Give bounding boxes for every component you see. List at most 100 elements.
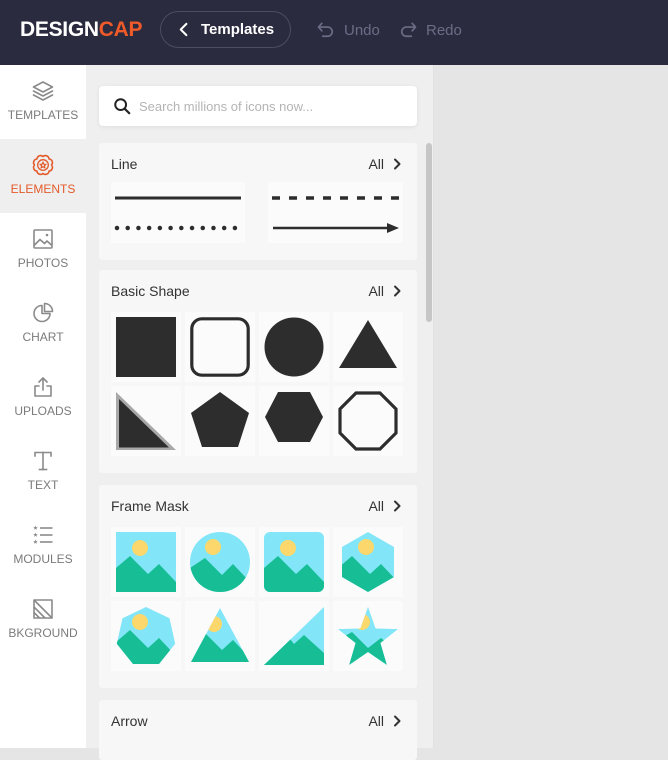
arrow-line-shape [273, 223, 399, 233]
sidebar-label: MODULES [13, 552, 73, 566]
top-bar: DESIGNCAP Templates Undo Redo [0, 0, 668, 65]
solid-line-item[interactable] [111, 182, 245, 214]
hexagon-frame-item[interactable] [333, 527, 403, 597]
elements-panel: Line All Basic Shape [86, 65, 434, 760]
see-all-shapes-link[interactable]: All [368, 282, 401, 300]
hexagon-item[interactable] [259, 386, 329, 456]
star-frame-item[interactable] [333, 601, 403, 671]
undo-button[interactable]: Undo [316, 19, 380, 41]
sidebar-label: TEXT [27, 478, 59, 492]
upload-icon [34, 377, 52, 397]
text-icon [34, 451, 52, 471]
sidebar-label: PHOTOS [17, 256, 69, 270]
triangle-frame-item[interactable] [185, 601, 255, 671]
section-frame-mask: Frame Mask All [99, 485, 417, 688]
section-title: Frame Mask [111, 498, 189, 514]
rounded-square-frame-shape [264, 532, 324, 592]
undo-icon [317, 22, 334, 38]
right-triangle-shape [116, 392, 176, 450]
arrow-line-item[interactable] [268, 213, 403, 243]
chevron-right-icon [394, 500, 401, 512]
dotted-line-item[interactable] [111, 213, 245, 243]
search-input[interactable] [139, 86, 409, 126]
dashed-line-shape [272, 196, 399, 200]
image-icon [33, 229, 53, 249]
sidebar-label: CHART [22, 330, 64, 344]
search-icon [114, 98, 131, 115]
icon-search-box[interactable] [99, 86, 417, 126]
chevron-left-icon [179, 22, 188, 37]
dashed-line-item[interactable] [268, 182, 403, 214]
dotted-line-shape [114, 225, 238, 231]
sidebar-label: TEMPLATES [7, 108, 79, 122]
solid-line-shape [115, 196, 241, 200]
section-basic-shape: Basic Shape All [99, 270, 417, 473]
section-title: Line [111, 156, 138, 172]
rounded-square-outline-shape [190, 317, 250, 377]
left-sidebar: TEMPLATES ELEMENTS PHOTOS CHART UPLOADS … [0, 65, 86, 748]
pentagon-item[interactable] [185, 386, 255, 456]
all-label: All [368, 283, 384, 299]
logo-accent: CAP [98, 18, 143, 41]
circle-item[interactable] [259, 312, 329, 382]
section-title: Basic Shape [111, 283, 190, 299]
sidebar-label: UPLOADS [14, 404, 72, 418]
circle-frame-shape [190, 532, 250, 592]
right-triangle-item[interactable] [111, 386, 181, 456]
back-to-templates-button[interactable]: Templates [160, 11, 291, 48]
star-list-icon [33, 525, 53, 544]
sidebar-label: ELEMENTS [10, 182, 76, 196]
background-icon [33, 599, 53, 619]
sidebar-item-chart[interactable]: CHART [0, 287, 86, 361]
redo-label: Redo [426, 21, 462, 39]
circle-frame-item[interactable] [185, 527, 255, 597]
see-all-frames-link[interactable]: All [368, 497, 401, 515]
square-frame-item[interactable] [111, 527, 181, 597]
badge-star-icon [32, 154, 54, 176]
sidebar-label: BKGROUND [8, 626, 78, 640]
sidebar-item-templates[interactable]: TEMPLATES [0, 65, 86, 139]
design-canvas-area[interactable] [434, 65, 668, 748]
layers-icon [32, 81, 54, 101]
heptagon-frame-shape [116, 607, 176, 664]
all-label: All [368, 156, 384, 172]
all-label: All [368, 498, 384, 514]
square-item[interactable] [111, 312, 181, 382]
rounded-square-frame-item[interactable] [259, 527, 329, 597]
hexagon-shape [265, 392, 323, 442]
see-all-lines-link[interactable]: All [368, 155, 401, 173]
logo-main: DESIGN [20, 18, 99, 41]
all-label: All [368, 713, 384, 729]
chevron-right-icon [394, 158, 401, 170]
section-arrow: Arrow All [99, 700, 417, 760]
sidebar-item-elements[interactable]: ELEMENTS [0, 139, 86, 213]
triangle-shape [339, 320, 397, 368]
triangle-item[interactable] [333, 312, 403, 382]
square-shape [116, 317, 176, 377]
section-title: Arrow [111, 713, 148, 729]
see-all-arrows-link[interactable]: All [368, 712, 401, 730]
square-frame-shape [116, 532, 176, 592]
sidebar-item-uploads[interactable]: UPLOADS [0, 361, 86, 435]
right-triangle-frame-item[interactable] [259, 601, 329, 671]
undo-label: Undo [344, 21, 380, 39]
sidebar-item-text[interactable]: TEXT [0, 435, 86, 509]
sidebar-item-modules[interactable]: MODULES [0, 509, 86, 583]
back-button-label: Templates [201, 21, 275, 38]
hexagon-frame-shape [342, 532, 394, 592]
star-frame-shape [338, 607, 398, 665]
pentagon-shape [191, 392, 249, 447]
sidebar-item-photos[interactable]: PHOTOS [0, 213, 86, 287]
redo-icon [400, 22, 417, 38]
octagon-outline-item[interactable] [333, 386, 403, 456]
pie-chart-icon [33, 302, 54, 323]
redo-button[interactable]: Redo [398, 19, 462, 41]
sidebar-item-background[interactable]: BKGROUND [0, 583, 86, 657]
chevron-right-icon [394, 715, 401, 727]
chevron-right-icon [394, 285, 401, 297]
heptagon-frame-item[interactable] [111, 601, 181, 671]
designcap-logo[interactable]: DESIGNCAP [20, 17, 142, 43]
rounded-square-outline-item[interactable] [185, 312, 255, 382]
panel-scrollbar-thumb[interactable] [426, 143, 432, 322]
circle-shape [264, 317, 324, 377]
